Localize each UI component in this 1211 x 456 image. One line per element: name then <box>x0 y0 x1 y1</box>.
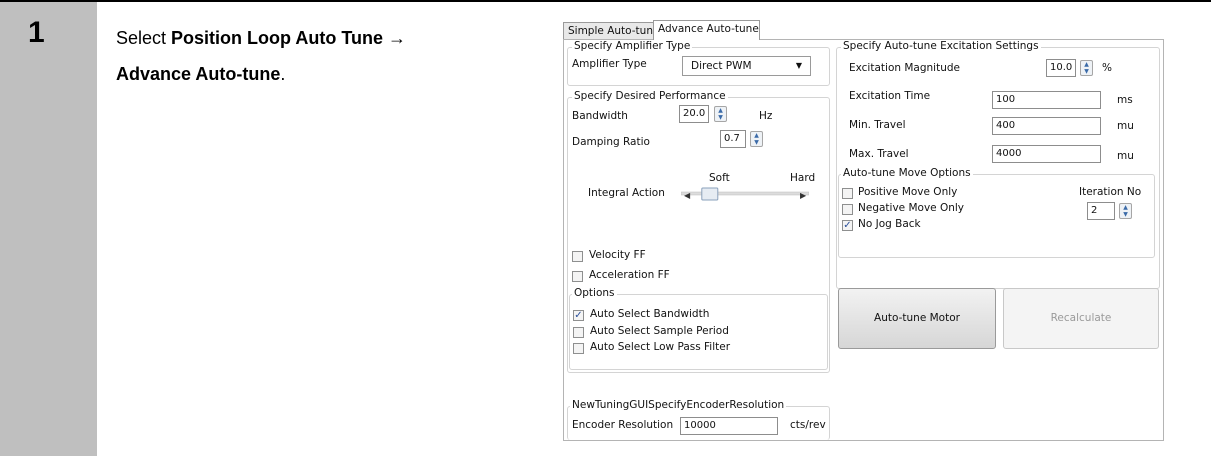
chevron-down-icon: ▼ <box>795 61 802 70</box>
auto-tune-motor-button[interactable]: Auto-tune Motor <box>838 288 996 349</box>
svg-text:▶: ▶ <box>800 191 807 200</box>
damping-ratio-label: Damping Ratio <box>572 136 650 148</box>
iteration-no-spinner[interactable]: ▲ ▼ <box>1119 203 1132 219</box>
encoder-resolution-label: Encoder Resolution <box>572 419 674 431</box>
instruction-submenu-item: Advance Auto-tune <box>116 64 281 84</box>
encoder-resolution-input[interactable]: 10000 <box>680 417 778 435</box>
instruction-menu-item: Position Loop Auto Tune <box>171 28 383 48</box>
amplifier-type-dropdown[interactable]: Direct PWM ▼ <box>682 56 811 76</box>
velocity-ff-checkbox[interactable] <box>572 251 583 262</box>
acceleration-ff-label: Acceleration FF <box>589 269 670 281</box>
amplifier-type-label: Amplifier Type <box>572 58 647 70</box>
min-travel-unit: mu <box>1117 120 1134 132</box>
positive-move-only-label: Positive Move Only <box>858 186 958 198</box>
iteration-no-label: Iteration No <box>1079 186 1142 198</box>
excitation-group-label: Specify Auto-tune Excitation Settings <box>841 40 1041 52</box>
excitation-time-unit: ms <box>1117 94 1133 106</box>
amplifier-type-value: Direct PWM <box>691 60 752 72</box>
excitation-magnitude-spinner[interactable]: ▲ ▼ <box>1080 60 1093 76</box>
encoder-group-label: NewTuningGUISpecifyEncoderResolution <box>570 399 787 411</box>
damping-ratio-spinner[interactable]: ▲ ▼ <box>750 131 763 147</box>
instruction-suffix: . <box>280 64 286 84</box>
bandwidth-label: Bandwidth <box>572 110 628 122</box>
tab-simple-auto-tune[interactable]: Simple Auto-tune <box>563 22 659 39</box>
auto-select-bandwidth-label: Auto Select Bandwidth <box>590 308 710 320</box>
instruction-prefix: Select <box>116 28 172 48</box>
positive-move-only-checkbox[interactable] <box>842 188 853 199</box>
acceleration-ff-checkbox[interactable] <box>572 271 583 282</box>
step-column: 1 <box>0 2 97 456</box>
hard-label: Hard <box>790 172 816 184</box>
encoder-group: NewTuningGUISpecifyEncoderResolution Enc… <box>567 399 830 440</box>
excitation-time-input[interactable]: 100 <box>992 91 1101 109</box>
auto-select-sample-period-checkbox[interactable] <box>573 327 584 338</box>
move-options-group-label: Auto-tune Move Options <box>841 167 973 179</box>
auto-select-low-pass-filter-checkbox[interactable] <box>573 343 584 354</box>
negative-move-only-label: Negative Move Only <box>858 202 965 214</box>
max-travel-unit: mu <box>1117 150 1134 162</box>
auto-select-sample-period-label: Auto Select Sample Period <box>590 325 729 337</box>
auto-select-bandwidth-checkbox[interactable]: ✓ <box>573 310 584 321</box>
svg-text:◀: ◀ <box>684 191 691 200</box>
negative-move-only-checkbox[interactable] <box>842 204 853 215</box>
excitation-magnitude-input[interactable]: 10.0 <box>1046 59 1076 77</box>
options-group: Options ✓ Auto Select Bandwidth Auto Sel… <box>569 287 828 370</box>
iteration-no-input[interactable]: 2 <box>1087 202 1115 220</box>
velocity-ff-label: Velocity FF <box>589 249 646 261</box>
auto-select-low-pass-filter-label: Auto Select Low Pass Filter <box>590 341 731 353</box>
tab-advance-auto-tune[interactable]: Advance Auto-tune <box>653 20 760 40</box>
integral-action-slider-graphic: ◀ ▶ <box>680 187 810 201</box>
amplifier-group: Specify Amplifier Type Amplifier Type Di… <box>567 40 830 86</box>
integral-action-label: Integral Action <box>588 187 665 199</box>
bandwidth-input[interactable]: 20.0 <box>679 105 709 123</box>
move-options-group: Auto-tune Move Options Positive Move Onl… <box>838 167 1155 258</box>
performance-group-label: Specify Desired Performance <box>572 90 728 102</box>
soft-label: Soft <box>709 172 730 184</box>
max-travel-input[interactable]: 4000 <box>992 145 1101 163</box>
max-travel-label: Max. Travel <box>849 148 909 160</box>
encoder-resolution-unit: cts/rev <box>790 419 826 431</box>
excitation-time-label: Excitation Time <box>849 90 931 102</box>
step-number: 1 <box>28 16 45 49</box>
no-jog-back-checkbox[interactable]: ✓ <box>842 220 853 231</box>
bandwidth-unit: Hz <box>759 110 773 122</box>
recalculate-button[interactable]: Recalculate <box>1003 288 1159 349</box>
performance-group: Specify Desired Performance Bandwidth 20… <box>567 90 830 373</box>
auto-tune-window: Simple Auto-tune Advance Auto-tune Speci… <box>563 20 1164 441</box>
excitation-magnitude-label: Excitation Magnitude <box>849 62 960 74</box>
advance-auto-tune-panel: Specify Amplifier Type Amplifier Type Di… <box>563 39 1164 441</box>
amplifier-group-label: Specify Amplifier Type <box>572 40 693 52</box>
min-travel-input[interactable]: 400 <box>992 117 1101 135</box>
no-jog-back-label: No Jog Back <box>858 218 921 230</box>
top-rule <box>0 0 1211 2</box>
bandwidth-spinner[interactable]: ▲ ▼ <box>714 106 727 122</box>
instruction-arrow: → <box>383 28 407 48</box>
instruction-text: Select Position Loop Auto Tune → Advance … <box>116 20 416 92</box>
options-group-label: Options <box>572 287 617 299</box>
integral-action-slider[interactable]: ◀ ▶ <box>680 187 810 201</box>
excitation-magnitude-unit: % <box>1102 62 1112 74</box>
damping-ratio-input[interactable]: 0.7 <box>720 130 746 148</box>
excitation-group: Specify Auto-tune Excitation Settings Ex… <box>836 40 1160 289</box>
min-travel-label: Min. Travel <box>849 119 906 131</box>
